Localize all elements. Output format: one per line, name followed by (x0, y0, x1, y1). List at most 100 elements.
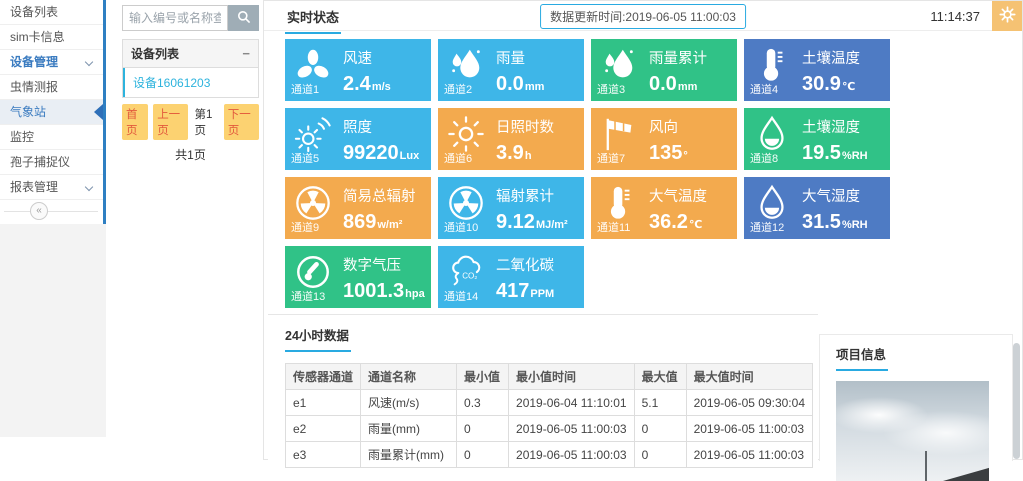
sensor-name: 简易总辐射 (343, 185, 425, 206)
pagination-prev-button[interactable]: 上一页 (153, 104, 188, 140)
co2-cloud-icon: CO₂ (447, 253, 485, 291)
sensor-name: 二氧化碳 (496, 254, 578, 275)
card-soil-humidity: 通道8 土壤湿度 19.5%RH (744, 108, 890, 170)
channel-label: 通道13 (291, 288, 325, 304)
col-header: 通道名称 (361, 364, 457, 390)
channel-label: 通道3 (597, 81, 625, 97)
sensor-unit: mm (525, 81, 545, 93)
card-total-radiation: 通道9 简易总辐射 869w/m² (285, 177, 431, 239)
raindrops-icon (447, 46, 485, 84)
illuminance-sun-icon (294, 115, 332, 153)
thermometer-icon (600, 184, 638, 222)
selected-arrow-icon (94, 104, 103, 120)
pagination-next-button[interactable]: 下一页 (224, 104, 259, 140)
sensor-value: 869 (343, 211, 376, 233)
sidebar-collapse-row: « (0, 200, 106, 222)
channel-label: 通道10 (444, 219, 478, 235)
search-button[interactable] (228, 5, 259, 31)
sensor-value: 3.9 (496, 142, 524, 164)
project-photo (836, 381, 989, 481)
device-list-item[interactable]: 设备16061203 (123, 68, 258, 97)
radiation-icon (294, 184, 332, 222)
sensor-value: 135 (649, 142, 682, 164)
channel-label: 通道5 (291, 150, 319, 166)
channel-label: 通道14 (444, 288, 478, 304)
sensor-unit: mm (678, 81, 698, 93)
divider (4, 211, 98, 212)
pagination: 首页 上一页 第1页 下一页 (122, 104, 259, 140)
water-drop-icon (753, 184, 791, 222)
sensor-unit: MJ/m² (536, 219, 568, 231)
sensor-value: 31.5 (802, 211, 841, 233)
sensor-name: 照度 (343, 116, 425, 137)
channel-label: 通道12 (750, 219, 784, 235)
day-data-section: 24小时数据 传感器通道 通道名称 最小值 最小值时间 最大值 最大值时间 e1… (268, 314, 818, 461)
sensor-name: 辐射累计 (496, 185, 578, 206)
card-radiation-total: 通道10 辐射累计 9.12MJ/m² (438, 177, 584, 239)
water-drop-icon (753, 115, 791, 153)
sensor-unit: hpa (405, 288, 425, 300)
search-icon (236, 9, 252, 28)
thermometer-icon (753, 46, 791, 84)
sidebar-filler (0, 224, 106, 437)
sensor-name: 风向 (649, 116, 731, 137)
vertical-scrollbar-thumb[interactable] (1013, 343, 1020, 459)
sensor-value: 9.12 (496, 211, 535, 233)
sensor-unit: %RH (842, 219, 868, 231)
sidebar-item-device-mgmt[interactable]: 设备管理 (0, 50, 106, 75)
col-header: 最小值时间 (509, 364, 635, 390)
sidebar-item-spore-catcher[interactable]: 孢子捕捉仪 (0, 150, 106, 175)
device-list-box: 设备列表 − 设备16061203 (122, 39, 259, 98)
sensor-name: 雨量 (496, 47, 578, 68)
photo-pole (925, 451, 927, 481)
raindrops-icon (600, 46, 638, 84)
sensor-value: 0.0 (649, 73, 677, 95)
device-list-title: 设备列表 (131, 45, 179, 62)
sensor-unit: ° (683, 150, 687, 162)
tab-realtime-status[interactable]: 实时状态 (285, 7, 341, 34)
sensor-name: 土壤温度 (802, 47, 884, 68)
sidebar-collapse-toggle[interactable]: « (30, 202, 48, 220)
channel-label: 通道9 (291, 219, 319, 235)
sensor-value: 36.2 (649, 211, 688, 233)
sensor-value: 0.0 (496, 73, 524, 95)
sensor-unit: %RH (842, 150, 868, 162)
sensor-unit: w/m² (377, 219, 402, 231)
day-data-table: 传感器通道 通道名称 最小值 最小值时间 最大值 最大值时间 e1风速(m/s)… (285, 363, 813, 468)
sidebar-item-weather-station[interactable]: 气象站 (0, 100, 106, 125)
card-illuminance: 通道5 照度 99220Lux (285, 108, 431, 170)
day-data-title: 24小时数据 (285, 325, 351, 352)
channel-label: 通道2 (444, 81, 472, 97)
pagination-current-page: 第1页 (193, 104, 218, 140)
search-input[interactable] (122, 5, 228, 31)
collapse-minus-icon[interactable]: − (242, 49, 250, 59)
sensor-name: 数字气压 (343, 254, 425, 275)
device-panel: 设备列表 − 设备16061203 首页 上一页 第1页 下一页 共1页 (122, 5, 259, 163)
sidebar-accent-edge (103, 0, 106, 224)
pagination-total: 共1页 (122, 146, 259, 163)
clock: 11:14:37 (930, 9, 980, 24)
project-info-section: 项目信息 (819, 334, 1013, 461)
col-header: 最小值 (457, 364, 509, 390)
card-air-humidity: 通道12 大气湿度 31.5%RH (744, 177, 890, 239)
sidebar-item-monitoring[interactable]: 监控 (0, 125, 106, 150)
card-co2: CO₂ 通道14 二氧化碳 417PPM (438, 246, 584, 308)
sidebar-item-sim-info[interactable]: sim卡信息 (0, 25, 106, 50)
sensor-name: 风速 (343, 47, 425, 68)
sidebar-item-device-list[interactable]: 设备列表 (0, 0, 106, 25)
sidebar-item-report-mgmt[interactable]: 报表管理 (0, 175, 106, 200)
pagination-first-button[interactable]: 首页 (122, 104, 148, 140)
channel-label: 通道6 (444, 150, 472, 166)
sensor-name: 大气湿度 (802, 185, 884, 206)
channel-label: 通道1 (291, 81, 319, 97)
sensor-unit: m/s (372, 81, 391, 93)
card-wind-speed: 通道1 风速 2.4m/s (285, 39, 431, 101)
table-row: e1风速(m/s)0.32019-06-04 11:10:015.12019-0… (286, 390, 813, 416)
card-rainfall: 通道2 雨量 0.0mm (438, 39, 584, 101)
svg-text:CO₂: CO₂ (462, 272, 477, 281)
card-air-pressure: 通道13 数字气压 1001.3hpa (285, 246, 431, 308)
main-panel: 实时状态 数据更新时间:2019-06-05 11:00:03 11:14:37… (263, 0, 1023, 460)
settings-button[interactable] (992, 1, 1022, 31)
sidebar-item-insect-report[interactable]: 虫情测报 (0, 75, 106, 100)
sensor-unit: PPM (530, 288, 554, 300)
